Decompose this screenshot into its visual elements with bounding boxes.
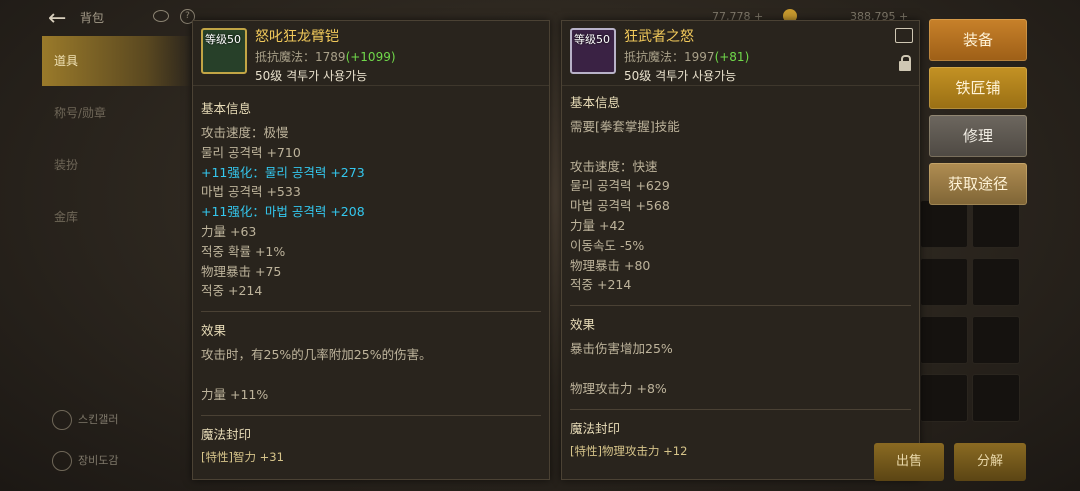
stat-line: 마법 공격력 +533 <box>201 184 301 200</box>
seal-line: [特性]智力 +31 <box>201 449 284 464</box>
disassemble-button[interactable]: 分解 <box>954 443 1026 481</box>
divider <box>570 305 911 307</box>
sidebar-item-items[interactable]: 道具 <box>42 36 192 86</box>
codex-icon <box>52 451 72 471</box>
gauntlet-item-icon: 等级50 <box>570 28 616 74</box>
stat-line: 攻击速度：极慢 <box>201 125 289 140</box>
share-icon[interactable] <box>895 28 913 43</box>
inventory-slot[interactable] <box>972 258 1020 306</box>
stat-line: 力量 +42 <box>570 217 626 233</box>
magic-resist: 抵抗魔法：1789(+1099) <box>255 48 396 65</box>
gallery-icon <box>52 410 72 430</box>
divider <box>201 311 541 313</box>
magic-resist-label: 抵抗魔法： <box>624 50 685 64</box>
disassemble-label: 分解 <box>976 454 1003 469</box>
magic-resist-label: 抵抗魔法： <box>255 50 316 64</box>
stat-line: 물리 공격력 +629 <box>570 178 670 194</box>
stat-line: 物理暴击 +75 <box>201 263 282 279</box>
inventory-slot[interactable] <box>972 316 1020 364</box>
level-badge: 等级50 <box>574 33 610 46</box>
stat-line <box>570 137 911 157</box>
effect-line: 物理攻击力 +8% <box>570 380 667 396</box>
stat-line: 이동속도 -5% <box>570 237 645 253</box>
inventory-slot[interactable] <box>920 258 968 306</box>
acquire-source-button[interactable]: 获取途径 <box>929 163 1027 205</box>
basic-info-title: 基本信息 <box>570 95 621 110</box>
basic-info-title: 基本信息 <box>201 101 252 116</box>
inventory-slot[interactable] <box>920 316 968 364</box>
magic-resist-bonus: (+1099) <box>345 50 396 64</box>
divider <box>201 414 541 416</box>
stat-line: 적중 +214 <box>201 283 263 299</box>
skin-gallery-button[interactable]: 스킨갤러 <box>52 410 118 430</box>
item-tooltip-right: 等级50 狂武者之怒 抵抗魔法：1997(+81) 50级 격투가 사용가능 基… <box>561 20 920 480</box>
item-requirement: 50级 격투가 사용가능 <box>255 69 368 83</box>
effect-line: 攻击时，有25%的几率附加25%的伤害。 <box>201 347 432 363</box>
effect-line <box>201 365 541 385</box>
magic-resist-value: 1789 <box>315 50 346 64</box>
stat-line: 力量 +63 <box>201 223 257 239</box>
item-name: 怒叱狂龙臂铠 <box>255 29 339 45</box>
page-title: 背包 <box>80 11 105 25</box>
stat-line: 적중 +214 <box>570 277 632 293</box>
sidebar-item-avatar[interactable]: 装扮 <box>42 140 192 190</box>
item-name: 狂武者之怒 <box>624 29 694 45</box>
effect-title: 效果 <box>570 317 596 333</box>
inventory-slot[interactable] <box>972 374 1020 422</box>
magic-resist-bonus: (+81) <box>714 50 750 64</box>
eye-icon[interactable] <box>153 10 169 22</box>
back-arrow-icon[interactable]: ← <box>48 6 66 31</box>
sell-label: 出售 <box>895 454 922 469</box>
sidebar: 道具 称号/勋章 装扮 金库 <box>42 36 192 244</box>
skin-gallery-label: 스킨갤러 <box>78 413 119 426</box>
stat-line: 需要[拳套掌握]技能 <box>570 119 680 134</box>
stat-line: 物理暴击 +80 <box>570 257 651 273</box>
stat-line: 물리 공격력 +710 <box>201 144 301 160</box>
inventory-slot[interactable] <box>972 200 1020 248</box>
magic-resist: 抵抗魔法：1997(+81) <box>624 48 749 65</box>
stat-line: 마법 공격력 +568 <box>570 198 670 214</box>
item-header: 等级50 狂武者之怒 抵抗魔法：1997(+81) 50级 격투가 사용가능 <box>562 21 919 86</box>
equipment-codex-button[interactable]: 장비도감 <box>52 451 118 471</box>
stat-line: 적중 확률 +1% <box>201 243 286 259</box>
stat-line-enhance: +11强化：마법 공격력 +208 <box>201 204 365 220</box>
seal-line: [特性]物理攻击力 +12 <box>570 443 688 458</box>
sidebar-item-titles[interactable]: 称号/勋章 <box>42 88 192 138</box>
stat-line-enhance: +11强化：물리 공격력 +273 <box>201 164 365 180</box>
inventory-slot[interactable] <box>920 374 968 422</box>
sidebar-item-vault[interactable]: 金库 <box>42 192 192 242</box>
arm-guard-item-icon: 等级50 <box>201 28 247 74</box>
item-header: 等级50 怒叱狂龙臂铠 抵抗魔法：1789(+1099) 50级 격투가 사용가… <box>193 21 549 86</box>
effect-line <box>570 359 911 379</box>
repair-button[interactable]: 修理 <box>929 115 1027 157</box>
inventory-slot[interactable] <box>920 200 968 248</box>
blacksmith-button[interactable]: 铁匠铺 <box>929 67 1027 109</box>
level-badge: 等级50 <box>205 33 241 46</box>
effect-line: 力量 +11% <box>201 386 269 402</box>
item-tooltip-left: 等级50 怒叱狂龙臂铠 抵抗魔法：1789(+1099) 50级 격투가 사용가… <box>192 20 550 480</box>
item-requirement: 50级 격투가 사용가능 <box>624 69 737 83</box>
effect-title: 效果 <box>201 323 227 339</box>
equipment-codex-label: 장비도감 <box>78 454 119 467</box>
effect-line: 暴击伤害增加25% <box>570 341 673 357</box>
lock-icon[interactable] <box>899 55 911 71</box>
divider <box>570 408 911 410</box>
equip-button[interactable]: 装备 <box>929 19 1027 61</box>
seal-title: 魔法封印 <box>570 420 621 436</box>
magic-resist-value: 1997 <box>684 50 715 64</box>
sell-button[interactable]: 出售 <box>874 443 944 481</box>
stat-line: 攻击速度：快速 <box>570 158 658 174</box>
seal-title: 魔法封印 <box>201 426 252 442</box>
